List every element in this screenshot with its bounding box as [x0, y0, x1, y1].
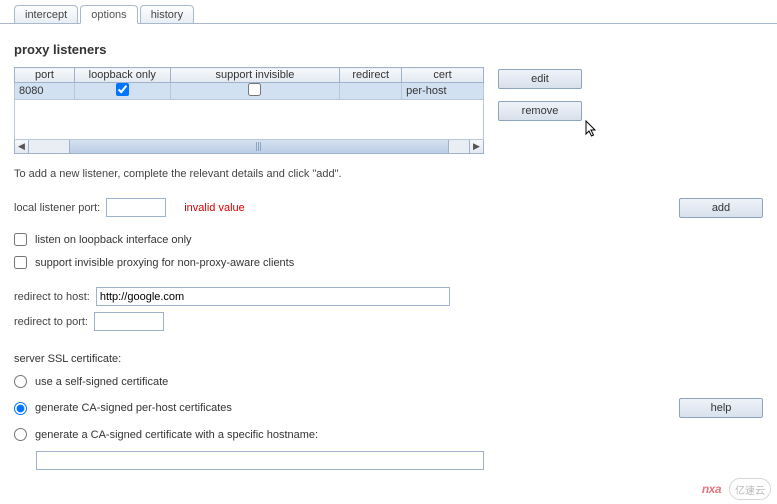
- section-title: proxy listeners: [14, 42, 763, 57]
- cloud-icon: 亿速云: [729, 478, 771, 500]
- port-label: local listener port:: [14, 202, 100, 214]
- watermark: nxa 亿速云: [702, 478, 771, 500]
- scroll-thumb[interactable]: [69, 140, 449, 153]
- cell-loopback: [74, 83, 170, 100]
- col-header-port[interactable]: port: [15, 68, 75, 83]
- cell-cert: per-host: [402, 83, 484, 100]
- tab-history[interactable]: history: [140, 5, 194, 24]
- col-header-cert[interactable]: cert: [402, 68, 484, 83]
- ssl-ca-perhost-radio[interactable]: [14, 402, 27, 415]
- remove-button[interactable]: remove: [498, 101, 582, 121]
- col-header-redirect[interactable]: redirect: [340, 68, 402, 83]
- loopback-only-label: listen on loopback interface only: [35, 234, 192, 246]
- cell-port: 8080: [15, 83, 75, 100]
- ssl-ca-hostname-radio[interactable]: [14, 428, 27, 441]
- scroll-left-arrow-icon[interactable]: ◀: [15, 140, 29, 153]
- tab-bar: intercept options history: [0, 0, 777, 24]
- redirect-host-label: redirect to host:: [14, 291, 90, 303]
- ssl-ca-hostname-label: generate a CA-signed certificate with a …: [35, 429, 318, 441]
- ssl-hostname-input[interactable]: [36, 451, 484, 470]
- listeners-table: port loopback only support invisible red…: [14, 67, 484, 154]
- ssl-self-signed-radio[interactable]: [14, 375, 27, 388]
- cell-redirect: [340, 83, 402, 100]
- add-button[interactable]: add: [679, 198, 763, 218]
- help-button[interactable]: help: [679, 398, 763, 418]
- help-text: To add a new listener, complete the rele…: [14, 168, 763, 180]
- watermark-logo-left: nxa: [702, 482, 721, 496]
- table-empty-area[interactable]: [14, 100, 484, 140]
- scroll-track[interactable]: [29, 140, 469, 153]
- port-error: invalid value: [184, 202, 245, 214]
- col-header-loopback[interactable]: loopback only: [74, 68, 170, 83]
- cell-invisible: [170, 83, 340, 100]
- horizontal-scrollbar[interactable]: ◀ ▶: [14, 140, 484, 154]
- options-panel: proxy listeners port loopback only suppo…: [0, 24, 777, 484]
- ssl-ca-perhost-label: generate CA-signed per-host certificates: [35, 402, 232, 414]
- row-invisible-checkbox[interactable]: [248, 83, 261, 96]
- edit-button[interactable]: edit: [498, 69, 582, 89]
- col-header-invisible[interactable]: support invisible: [170, 68, 340, 83]
- tab-options[interactable]: options: [80, 5, 137, 24]
- redirect-host-input[interactable]: [96, 287, 450, 306]
- row-loopback-checkbox[interactable]: [116, 83, 129, 96]
- redirect-port-label: redirect to port:: [14, 316, 88, 328]
- table-row[interactable]: 8080 per-host: [15, 83, 484, 100]
- redirect-port-input[interactable]: [94, 312, 164, 331]
- support-invisible-label: support invisible proxying for non-proxy…: [35, 257, 294, 269]
- ssl-heading: server SSL certificate:: [14, 353, 763, 365]
- tab-intercept[interactable]: intercept: [14, 5, 78, 24]
- local-listener-port-input[interactable]: [106, 198, 166, 217]
- scroll-right-arrow-icon[interactable]: ▶: [469, 140, 483, 153]
- loopback-only-checkbox[interactable]: [14, 233, 27, 246]
- ssl-self-signed-label: use a self-signed certificate: [35, 376, 168, 388]
- support-invisible-checkbox[interactable]: [14, 256, 27, 269]
